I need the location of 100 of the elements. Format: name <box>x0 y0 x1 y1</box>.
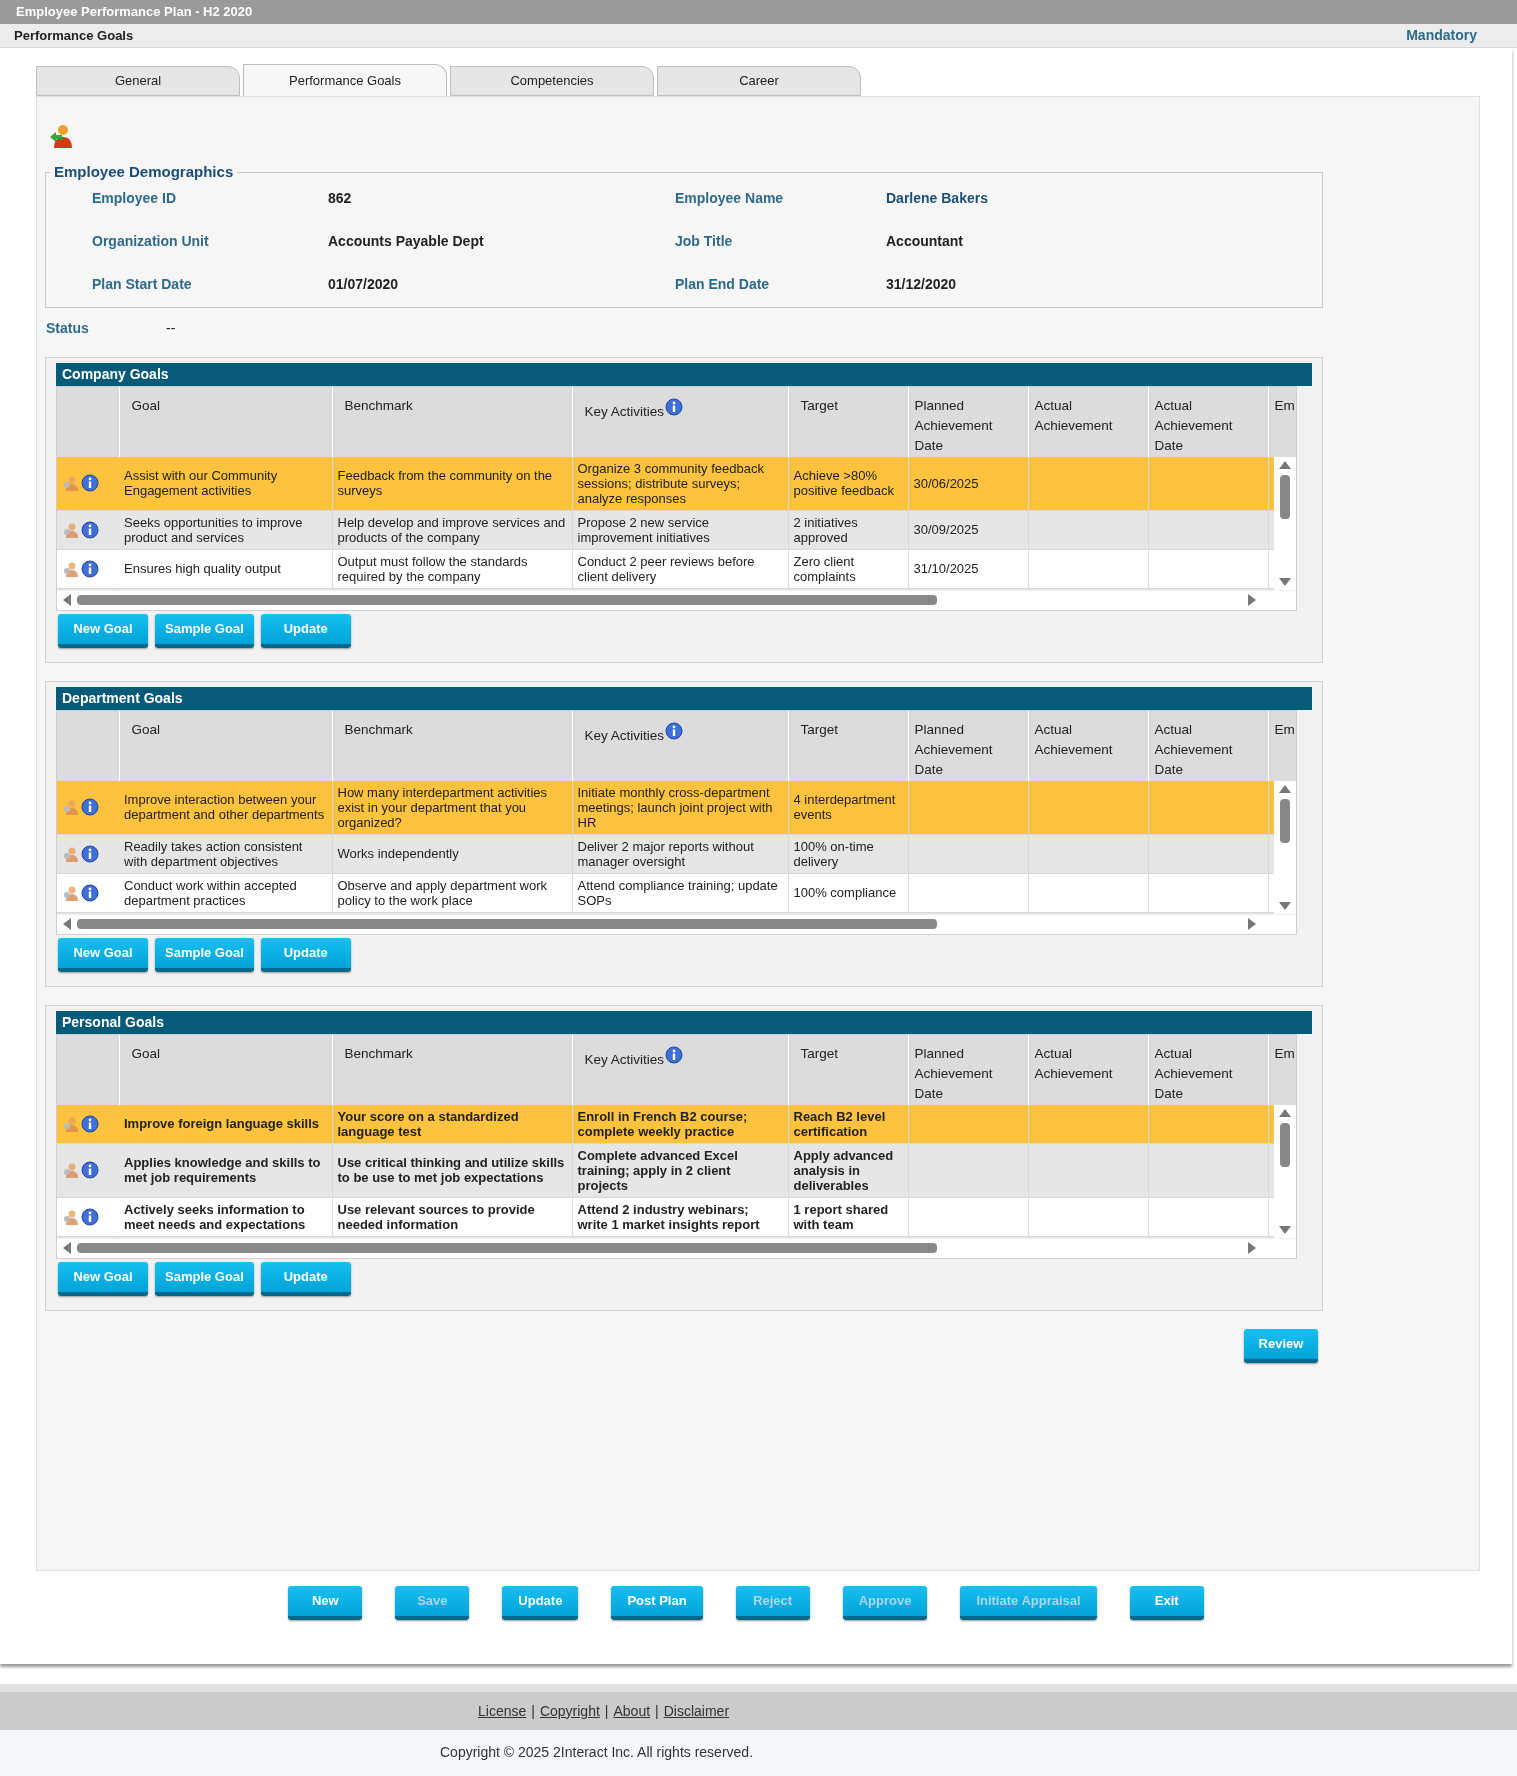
arrow-down-icon[interactable] <box>1279 901 1291 910</box>
info-icon[interactable] <box>665 1045 684 1064</box>
arrow-left-icon[interactable] <box>63 594 71 606</box>
tab[interactable]: Career <box>657 66 861 96</box>
table-cell: 100% on-time delivery <box>793 838 874 869</box>
scrollbar-thumb[interactable] <box>1280 798 1290 843</box>
footer-link[interactable]: License <box>478 1700 527 1722</box>
review-button[interactable]: Review <box>1244 1328 1318 1363</box>
info-icon[interactable] <box>81 520 99 539</box>
scrollbar-thumb[interactable] <box>1280 1122 1290 1167</box>
field-value: 862 <box>328 188 353 208</box>
table-cell: Apply advanced analysis in deliverables <box>793 1147 894 1193</box>
table-cell: Organize 3 community feedback sessions; distribute surveys; analyze responses <box>577 460 764 506</box>
goal-button[interactable]: Update <box>260 1261 351 1296</box>
arrow-left-icon[interactable] <box>63 1242 71 1254</box>
scrollbar-thumb[interactable] <box>77 919 937 929</box>
section-header: Personal Goals <box>56 1010 1312 1034</box>
table-row[interactable]: Improve foreign language skills Your score on a standardized language test Enroll in French B2 course; complete weekly practice Reach B2 level certification <box>57 1104 1275 1143</box>
table-row[interactable] <box>57 1143 1275 1197</box>
table-cell: How many interdepartment activities exist in your department that you organized? <box>337 784 548 830</box>
column-header: Benchmark <box>344 1045 413 1061</box>
arrow-left-icon[interactable] <box>63 918 71 930</box>
column-header: Planned Achievement Date <box>914 721 993 777</box>
goal-button[interactable]: New Goal <box>58 1261 148 1296</box>
goal-button[interactable]: Sample Goal <box>155 613 254 648</box>
field-value: 31/12/2020 <box>886 274 958 294</box>
goal-button[interactable]: Update <box>260 937 351 972</box>
column-header: Actual Achievement Date <box>1154 721 1233 777</box>
table-cell: Your score on a standardized language test <box>337 1108 519 1139</box>
table-cell: Complete advanced Excel training; apply in 2 client projects <box>577 1147 738 1193</box>
info-icon[interactable] <box>665 721 684 740</box>
table-cell: Zero client complaints <box>793 553 856 584</box>
goal-button[interactable]: New Goal <box>58 613 148 648</box>
section-header: Department Goals <box>56 686 1312 710</box>
arrow-down-icon[interactable] <box>1279 577 1291 586</box>
arrow-right-icon[interactable] <box>1248 1242 1256 1254</box>
window-title: Employee Performance Plan - H2 2020 <box>16 3 253 22</box>
table-row[interactable] <box>57 456 1275 510</box>
link-separator: | <box>654 1701 660 1721</box>
scrollbar-thumb[interactable] <box>1280 474 1290 519</box>
footer-link[interactable]: Copyright <box>539 1700 600 1722</box>
goal-button[interactable]: Update <box>260 613 351 648</box>
info-icon[interactable] <box>81 1161 99 1179</box>
table-row[interactable] <box>57 780 1275 834</box>
tab[interactable]: Performance Goals <box>243 64 447 96</box>
table-cell: Readily takes action consistent with department objectives <box>124 838 303 869</box>
arrow-down-icon[interactable] <box>1279 1225 1291 1234</box>
table-row[interactable]: Ensures high quality output Output must follow the standards required by the company Conduct 2 peer reviews before client delivery Zero client complaints 31/10/2025 <box>57 549 1275 588</box>
arrow-up-icon[interactable] <box>1279 784 1291 793</box>
tab[interactable]: General <box>36 66 240 96</box>
arrow-right-icon[interactable] <box>1248 918 1256 930</box>
info-icon[interactable] <box>81 1114 99 1133</box>
column-header: Key Activities <box>584 1050 665 1069</box>
info-icon[interactable] <box>81 559 99 578</box>
column-header: Target <box>800 397 839 413</box>
table-cell: Improve interaction between your department and other departments <box>124 792 325 822</box>
action-button[interactable]: New <box>288 1586 363 1620</box>
field-value: Accountant <box>886 231 964 251</box>
field-label: Plan End Date <box>675 274 771 294</box>
column-header: Planned Achievement Date <box>914 1045 993 1101</box>
footer-link[interactable]: About <box>613 1700 651 1722</box>
scrollbar-thumb[interactable] <box>77 595 937 605</box>
field-value: 01/07/2020 <box>328 274 400 294</box>
table-cell: 4 interdepartment events <box>793 792 896 822</box>
goal-button[interactable]: Sample Goal <box>155 1261 254 1296</box>
table-row[interactable]: Seeks opportunities to improve product and services Help develop and improve services and products of the company Propose 2 new service improvement initiatives 2 initiatives approved 30/09/2025 <box>57 510 1275 549</box>
column-header: Key Activities <box>584 402 665 421</box>
arrow-up-icon[interactable] <box>1279 460 1291 469</box>
goal-button[interactable]: Sample Goal <box>155 937 254 972</box>
action-button[interactable]: Post Plan <box>611 1586 703 1620</box>
field-value: Accounts Payable Dept <box>328 231 485 251</box>
table-row[interactable]: Readily takes action consistent with department objectives Works independently Deliver 2 major reports without manager oversight 100% on-time delivery <box>57 834 1275 873</box>
arrow-right-icon[interactable] <box>1248 594 1256 606</box>
tab[interactable]: Competencies <box>450 66 654 96</box>
info-icon[interactable] <box>81 474 99 492</box>
column-header: Target <box>800 1045 839 1061</box>
scrollbar-thumb[interactable] <box>77 1243 937 1253</box>
column-header: Em <box>1274 721 1295 737</box>
column-header: Em <box>1274 1045 1295 1061</box>
table-cell: 30/09/2025 <box>913 522 979 537</box>
info-icon[interactable] <box>81 1207 99 1226</box>
arrow-up-icon[interactable] <box>1279 1108 1291 1117</box>
table-cell: Seeks opportunities to improve product and services <box>124 514 303 545</box>
table-row[interactable]: Actively seeks information to meet needs and expectations Use relevant sources to provide needed information Attend 2 industry webinars; write 1 market insights report 1 report shared with team <box>57 1197 1275 1236</box>
action-button[interactable]: Exit <box>1129 1586 1204 1620</box>
goal-button[interactable]: New Goal <box>58 937 148 972</box>
column-header: Benchmark <box>344 397 413 413</box>
info-icon[interactable] <box>81 798 99 816</box>
field-value: Darlene Bakers <box>886 188 989 208</box>
table-cell: Achieve >80% positive feedback <box>793 468 894 498</box>
table-cell: 30/06/2025 <box>913 475 979 491</box>
info-icon[interactable] <box>81 844 99 863</box>
table-cell: 2 initiatives approved <box>793 514 858 545</box>
info-icon[interactable] <box>81 883 99 902</box>
table-row[interactable]: Conduct work within accepted department practices Observe and apply department work policy to the work place Attend compliance training; update SOPs 100% compliance <box>57 873 1275 912</box>
action-button[interactable]: Update <box>502 1586 579 1620</box>
footer-link[interactable]: Disclaimer <box>663 1700 730 1722</box>
info-icon[interactable] <box>665 397 684 416</box>
column-header: Benchmark <box>344 721 413 737</box>
column-header: Goal <box>131 721 161 737</box>
